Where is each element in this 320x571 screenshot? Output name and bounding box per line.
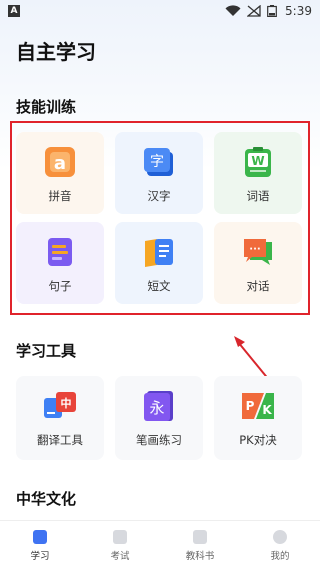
section-title-tools: 学习工具 bbox=[16, 342, 77, 360]
battery-icon bbox=[267, 5, 277, 17]
tab-exam[interactable]: 考试 bbox=[80, 521, 160, 571]
tab-label: 我的 bbox=[270, 551, 290, 562]
svg-text:中: 中 bbox=[61, 396, 72, 410]
section-title-skills: 技能训练 bbox=[16, 98, 77, 116]
tab-label: 教科书 bbox=[185, 551, 215, 562]
tool-label: 翻译工具 bbox=[37, 433, 83, 447]
section-title-culture: 中华文化 bbox=[16, 490, 77, 508]
textbook-tab-icon bbox=[193, 530, 207, 544]
highlight-box bbox=[10, 121, 310, 315]
tool-card-translate[interactable]: 中 翻译工具 bbox=[16, 376, 104, 460]
tab-textbook[interactable]: 教科书 bbox=[160, 521, 240, 571]
app-notification-icon: A bbox=[8, 5, 20, 17]
translate-icon: 中 bbox=[42, 390, 78, 422]
profile-tab-icon bbox=[273, 530, 287, 544]
app-screen: A 5:39 自主学习 技能训练 a 拼音 字 汉字 W 词语 句子 短文 ··… bbox=[0, 0, 320, 571]
bottom-tab-bar: 学习 考试 教科书 我的 bbox=[0, 520, 320, 571]
tools-grid: 中 翻译工具 永 笔画练习 PK PK对决 bbox=[16, 376, 306, 460]
tab-profile[interactable]: 我的 bbox=[240, 521, 320, 571]
signal-icon bbox=[247, 5, 261, 17]
page-title: 自主学习 bbox=[16, 40, 96, 64]
tool-card-pk[interactable]: PK PK对决 bbox=[214, 376, 302, 460]
stroke-icon: 永 bbox=[141, 390, 177, 422]
tab-label: 考试 bbox=[110, 551, 130, 562]
study-tab-icon bbox=[33, 530, 47, 544]
svg-text:永: 永 bbox=[149, 399, 164, 417]
svg-text:P: P bbox=[246, 399, 255, 413]
svg-text:K: K bbox=[262, 403, 272, 417]
tab-label: 学习 bbox=[30, 551, 50, 562]
clock: 5:39 bbox=[285, 4, 312, 18]
tool-card-stroke[interactable]: 永 笔画练习 bbox=[115, 376, 203, 460]
tool-label: 笔画练习 bbox=[136, 433, 182, 447]
tab-study[interactable]: 学习 bbox=[0, 521, 80, 571]
status-icons: 5:39 bbox=[225, 4, 312, 18]
tool-label: PK对决 bbox=[239, 433, 277, 447]
wifi-icon bbox=[225, 5, 241, 17]
exam-tab-icon bbox=[113, 530, 127, 544]
pk-icon: PK bbox=[240, 390, 276, 422]
status-bar: A 5:39 bbox=[0, 0, 320, 24]
